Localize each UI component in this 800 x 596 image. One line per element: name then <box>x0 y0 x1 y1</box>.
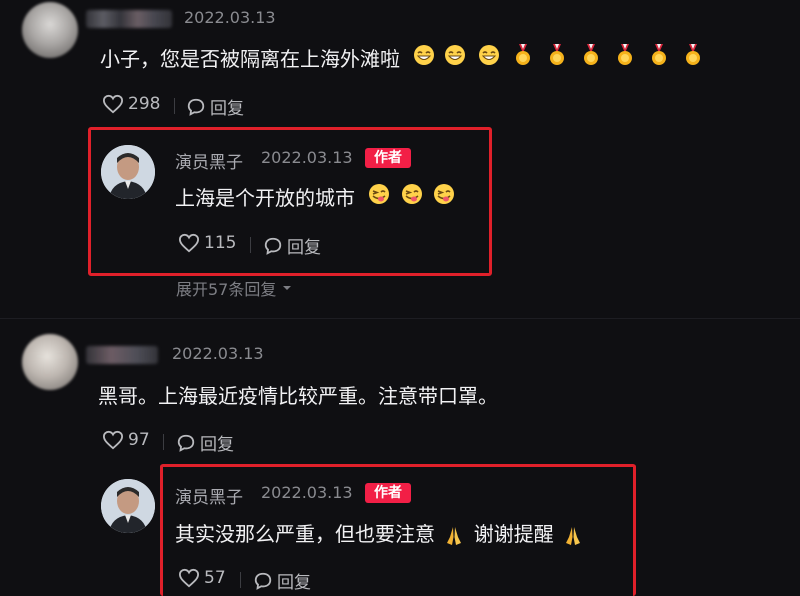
author-badge: 作者 <box>365 148 411 168</box>
like-count: 57 <box>204 568 226 588</box>
reply-text-content: 上海是个开放的城市 <box>175 186 355 210</box>
heart-outline-icon <box>178 568 200 588</box>
author-name[interactable]: 演员黑子 <box>175 148 243 173</box>
pray-emoji-icon <box>566 526 581 545</box>
reply-date: 2022.03.13 <box>261 148 353 167</box>
wink-tongue-emoji-icon <box>402 184 423 204</box>
grin-emoji-icon <box>479 45 500 65</box>
medal-emoji-icon <box>550 44 565 65</box>
like-count: 97 <box>128 430 150 450</box>
reply-label: 回复 <box>277 573 311 593</box>
commenter-name-masked[interactable] <box>86 10 172 28</box>
wink-tongue-emoji-icon <box>369 184 390 204</box>
commenter-avatar[interactable] <box>22 334 78 390</box>
medal-emoji-icon <box>686 44 701 65</box>
pray-emoji-icon <box>447 526 462 545</box>
comment-date: 2022.03.13 <box>184 8 276 27</box>
reply-text-part2: 谢谢提醒 <box>473 522 554 546</box>
heart-outline-icon <box>102 94 124 114</box>
reply-button[interactable]: 回复 <box>263 233 321 258</box>
action-separator <box>240 572 241 588</box>
emoji-group <box>412 43 710 67</box>
action-separator <box>250 237 251 253</box>
expand-replies-label: 展开57条回复 <box>176 280 277 299</box>
comment-date: 2022.03.13 <box>172 344 264 363</box>
like-count: 115 <box>204 233 237 253</box>
emoji-group <box>365 183 459 205</box>
reply-date: 2022.03.13 <box>261 483 353 502</box>
speech-bubble-icon <box>177 434 195 452</box>
like-button[interactable]: 115 <box>178 233 236 253</box>
reply-label: 回复 <box>200 435 234 455</box>
action-separator <box>163 434 164 450</box>
author-name[interactable]: 演员黑子 <box>175 483 243 508</box>
medal-emoji-icon <box>652 44 667 65</box>
reply-label: 回复 <box>287 238 321 258</box>
commenter-name-masked[interactable] <box>86 346 158 364</box>
like-button[interactable]: 97 <box>102 430 150 450</box>
comment-text-content: 小子，您是否被隔离在上海外滩啦 <box>100 47 400 71</box>
reply-text: 上海是个开放的城市 <box>175 182 459 211</box>
reply-button[interactable]: 回复 <box>253 568 311 593</box>
speech-bubble-icon <box>254 572 272 590</box>
comment-text: 黑哥。上海最近疫情比较严重。注意带口罩。 <box>98 384 498 408</box>
medal-emoji-icon <box>516 44 531 65</box>
author-avatar[interactable] <box>101 145 155 199</box>
heart-outline-icon <box>102 430 124 450</box>
like-button[interactable]: 57 <box>178 568 226 588</box>
reply-text: 其实没那么严重，但也要注意 谢谢提醒 <box>175 518 586 547</box>
author-badge: 作者 <box>365 483 411 503</box>
grin-emoji-icon <box>445 45 466 65</box>
medal-emoji-icon <box>618 44 633 65</box>
comment-divider <box>0 318 800 319</box>
wink-tongue-emoji-icon <box>434 184 455 204</box>
comment-text: 小子，您是否被隔离在上海外滩啦 <box>100 43 710 72</box>
like-count: 298 <box>128 94 161 114</box>
commenter-avatar[interactable] <box>22 2 78 58</box>
heart-outline-icon <box>178 233 200 253</box>
reply-text-part1: 其实没那么严重，但也要注意 <box>175 522 435 546</box>
speech-bubble-icon <box>187 98 205 116</box>
expand-replies-link[interactable]: 展开57条回复 <box>176 276 294 300</box>
speech-bubble-icon <box>264 237 282 255</box>
author-avatar[interactable] <box>101 479 155 533</box>
like-button[interactable]: 298 <box>102 94 160 114</box>
action-separator <box>174 98 175 114</box>
medal-emoji-icon <box>584 44 599 65</box>
chevron-down-icon <box>283 286 292 290</box>
grin-emoji-icon <box>414 45 435 65</box>
reply-button[interactable]: 回复 <box>186 94 244 119</box>
reply-label: 回复 <box>210 99 244 119</box>
reply-button[interactable]: 回复 <box>176 430 234 455</box>
